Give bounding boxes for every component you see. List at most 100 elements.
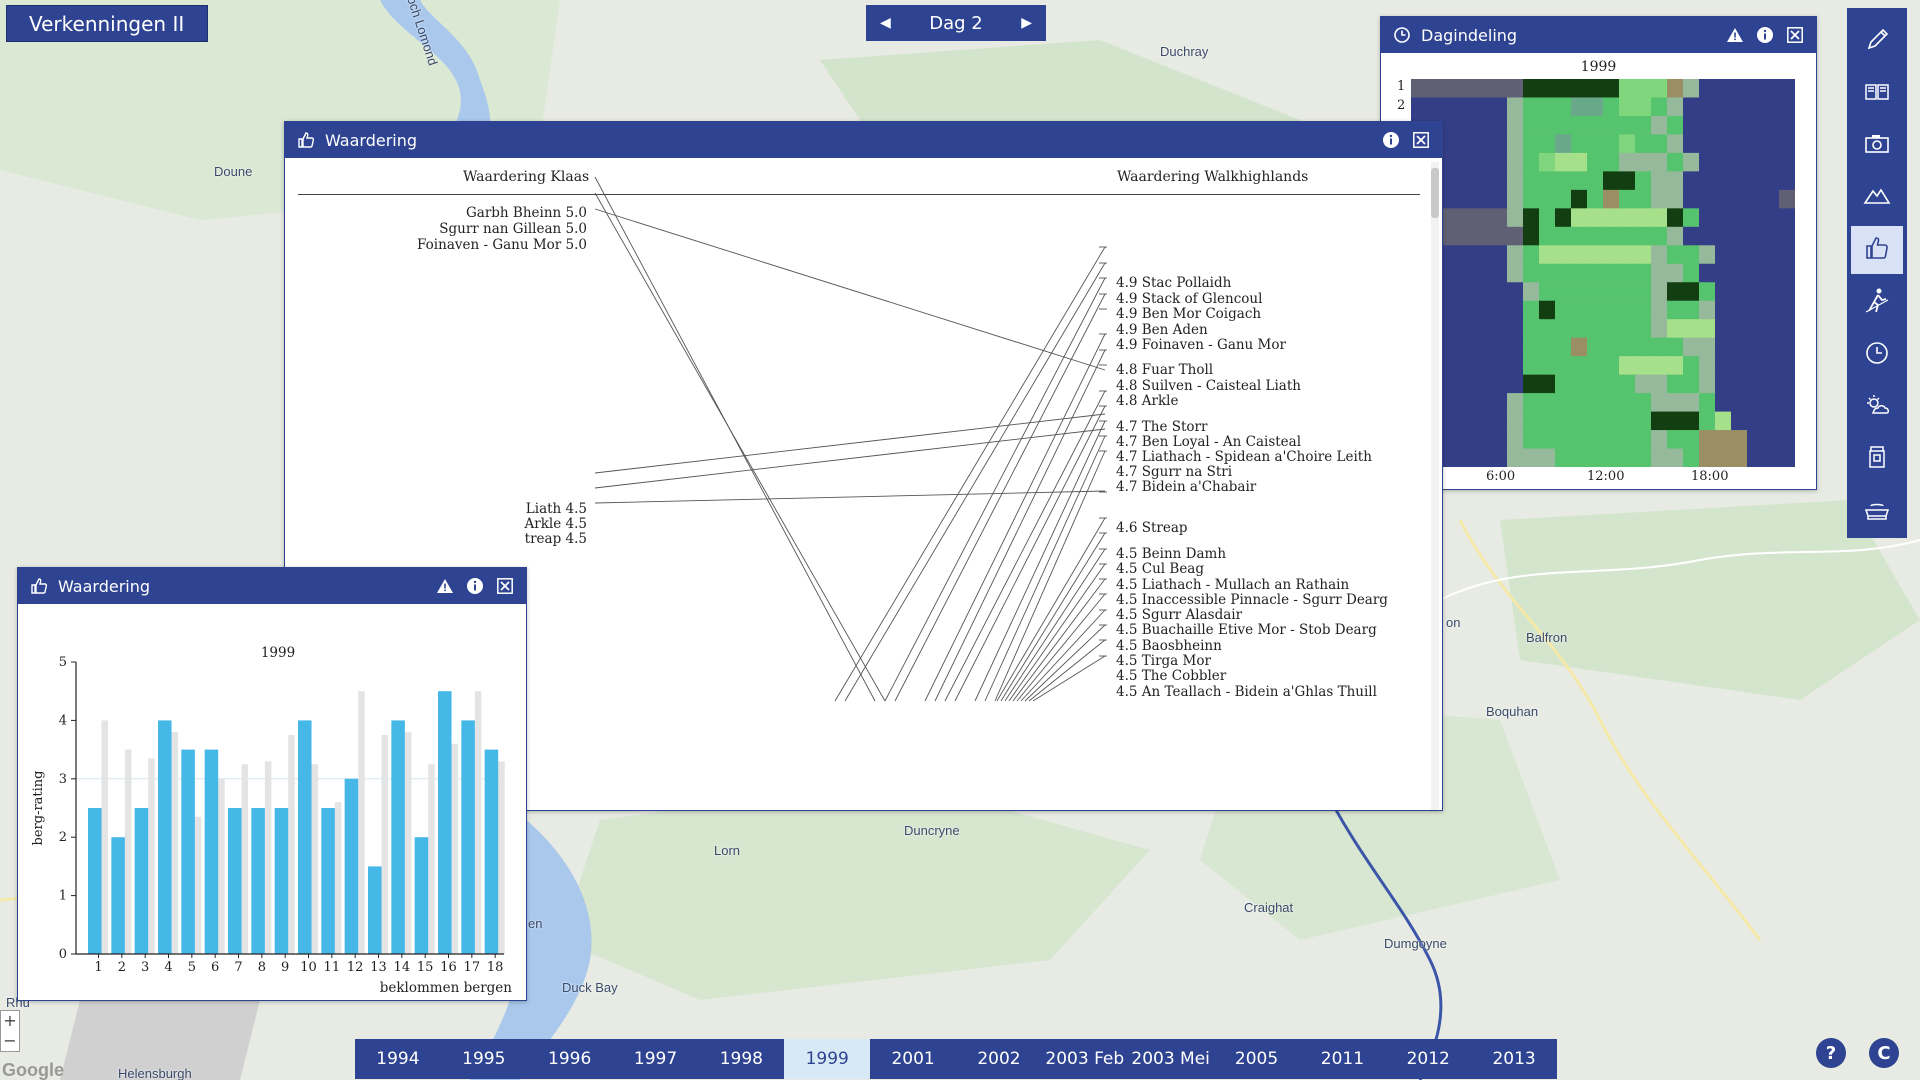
bar[interactable] [438,691,452,954]
sidebar-button-food[interactable] [1851,488,1903,536]
heatmap-cell [1715,226,1732,246]
year-tab[interactable]: 1999 [784,1039,871,1079]
year-tab[interactable]: 1997 [613,1039,699,1079]
map-label: Boquhan [1486,704,1539,719]
bar[interactable] [484,749,499,954]
heatmap-cell [1523,152,1540,172]
refresh-button[interactable]: C [1869,1038,1899,1068]
bar[interactable] [414,837,429,954]
year-tab[interactable]: 1994 [355,1039,441,1079]
sidebar-button-jar[interactable] [1851,435,1903,483]
year-tab[interactable]: 1998 [698,1039,784,1079]
day-heatmap[interactable] [1411,79,1795,467]
heatmap-cell [1715,282,1732,302]
heatmap-cell [1747,411,1764,431]
x-tick-label: 11 [324,960,341,975]
info-icon[interactable] [1754,24,1776,46]
heatmap-cell [1603,337,1620,357]
next-day-button[interactable]: ▶ [1021,15,1032,31]
heatmap-cell [1699,374,1716,394]
sidebar-button-weather[interactable] [1851,383,1903,431]
info-icon[interactable] [1380,129,1402,151]
warning-icon[interactable] [434,575,456,597]
bar[interactable] [251,808,265,954]
year-tab[interactable]: 2013 [1471,1039,1557,1079]
warning-icon[interactable] [1724,24,1746,46]
year-tab[interactable]: 1996 [527,1039,613,1079]
bar[interactable] [321,808,335,954]
heatmap-cell [1587,152,1604,172]
bar[interactable] [274,808,289,954]
year-tab[interactable]: 2012 [1385,1039,1471,1079]
right-item: 4.7 The Storr [1116,419,1208,435]
sidebar-button-pencil[interactable] [1851,16,1903,64]
heatmap-cell [1603,356,1620,376]
heatmap-cell [1667,300,1684,320]
bar[interactable] [181,749,195,954]
close-icon[interactable] [1784,24,1806,46]
help-button[interactable]: ? [1816,1038,1846,1068]
sidebar-button-clock[interactable] [1851,330,1903,378]
heatmap-cell [1459,171,1476,191]
heatmap-cell [1603,319,1620,339]
year-tab[interactable]: 2003 Mei [1128,1039,1214,1079]
heatmap-cell [1667,263,1684,283]
heatmap-cell [1683,97,1700,117]
year-tab[interactable]: 2003 Feb [1042,1039,1128,1079]
info-icon[interactable] [464,575,486,597]
bar[interactable] [228,808,242,954]
heatmap-cell [1507,282,1524,302]
bar[interactable] [391,720,405,954]
bar[interactable] [344,778,359,954]
sidebar-button-hiker[interactable] [1851,278,1903,326]
bar-reference [381,735,389,954]
bar[interactable] [88,808,102,954]
waardering-chart-header[interactable]: Waardering [18,568,526,604]
zoom-in-button[interactable]: + [1,1011,19,1031]
close-icon[interactable] [494,575,516,597]
dagindeling-header[interactable]: Dagindeling [1381,17,1816,53]
heatmap-cell [1715,97,1732,117]
year-tab[interactable]: 2011 [1299,1039,1385,1079]
bar[interactable] [204,749,219,954]
heatmap-cell [1763,430,1780,450]
heatmap-cell [1763,189,1780,209]
bar[interactable] [111,837,125,954]
scrollbar-thumb[interactable] [1431,168,1439,218]
bar[interactable] [461,720,475,954]
bar[interactable] [134,808,149,954]
bar[interactable] [158,720,172,954]
prev-day-button[interactable]: ◀ [880,15,891,31]
heatmap-cell [1683,319,1700,339]
sidebar-button-camera[interactable] [1851,121,1903,169]
waardering-header[interactable]: Waardering [285,122,1442,158]
year-tab[interactable]: 2005 [1214,1039,1300,1079]
year-tab[interactable]: 2001 [870,1039,956,1079]
heatmap-cell [1571,152,1588,172]
close-icon[interactable] [1410,129,1432,151]
bar[interactable] [298,720,312,954]
heatmap-cell [1475,245,1492,265]
right-item: 4.9 Stac Pollaidh [1116,275,1232,291]
heatmap-cell [1651,430,1668,450]
sidebar-button-thumbs-up[interactable] [1851,225,1903,275]
map-zoom-control[interactable]: + − [0,1010,20,1052]
sidebar-button-mountain[interactable] [1851,173,1903,221]
heatmap-cell [1651,79,1668,98]
zoom-out-button[interactable]: − [1,1031,19,1051]
heatmap-cell [1555,263,1572,283]
bar[interactable] [368,866,382,954]
heatmap-cell [1603,411,1620,431]
heatmap-cell [1619,263,1636,283]
row-label: 1 [1397,79,1406,94]
year-tab[interactable]: 1995 [441,1039,527,1079]
year-tab[interactable]: 2002 [956,1039,1042,1079]
sidebar-button-book[interactable] [1851,68,1903,116]
heatmap-cell [1731,134,1748,154]
heatmap-cell [1523,393,1540,413]
heatmap-cell [1747,152,1764,172]
heatmap-cell [1587,97,1604,117]
bar-reference [148,758,155,954]
right-item: 4.5 Buachaille Etive Mor - Stob Dearg [1116,622,1377,638]
scrollbar[interactable] [1431,162,1439,810]
